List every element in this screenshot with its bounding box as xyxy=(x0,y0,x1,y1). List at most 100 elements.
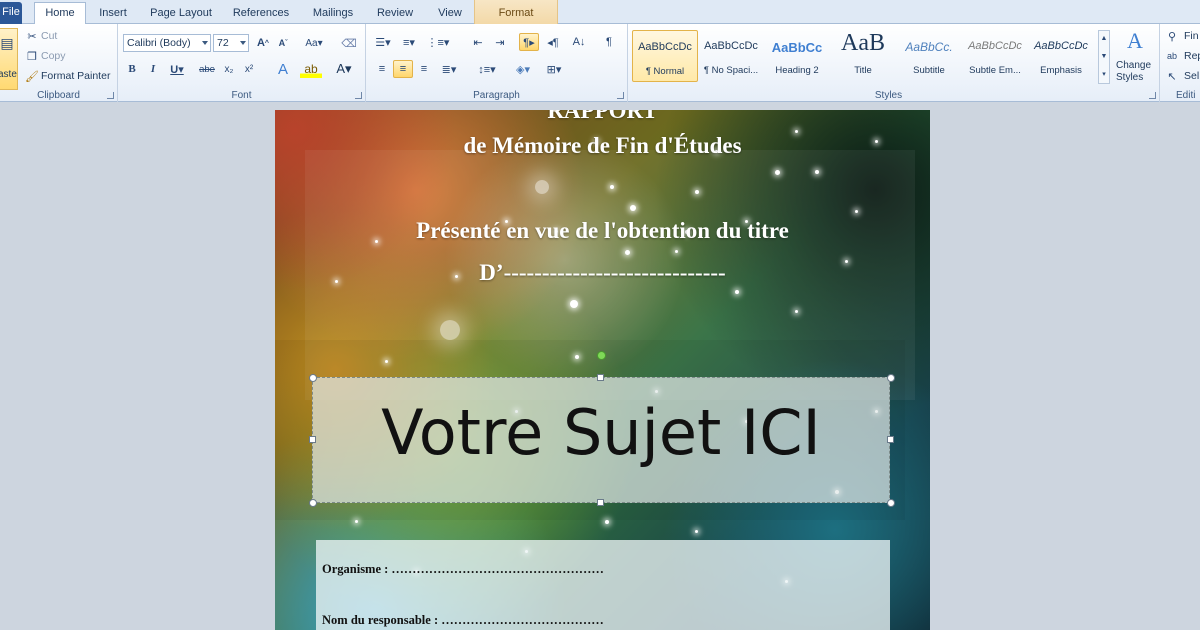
sparkle xyxy=(795,310,798,313)
change-styles-button[interactable]: A Change Styles xyxy=(1114,26,1156,86)
multilevel-list-icon[interactable]: ⋮≡▾ xyxy=(426,34,450,50)
change-case-icon[interactable]: Aa▾ xyxy=(303,35,325,51)
styles-gallery-scroll[interactable]: ▲ ▼ ▾ xyxy=(1098,30,1110,84)
superscript-icon[interactable]: x² xyxy=(242,61,256,77)
font-color-icon[interactable]: A▾ xyxy=(333,60,355,78)
style-item[interactable]: AaBbCc Heading 2 xyxy=(764,30,830,82)
strikethrough-icon[interactable]: abe xyxy=(198,61,216,77)
paragraph-dialog-launcher[interactable] xyxy=(617,92,624,99)
clipboard-dialog-launcher[interactable] xyxy=(107,92,114,99)
align-right-icon[interactable]: ≡ xyxy=(416,61,432,77)
responsable-line[interactable]: Nom du responsable : ………………………………… xyxy=(322,613,604,628)
chevron-up-icon[interactable]: ▲ xyxy=(1099,31,1109,45)
clear-formatting-icon[interactable]: ⌫ xyxy=(341,35,357,51)
align-center-icon[interactable]: ≡ xyxy=(393,60,413,78)
left-to-right-icon[interactable]: ¶▸ xyxy=(519,33,539,51)
grow-font-icon[interactable]: A ^ xyxy=(255,35,271,51)
tab-format[interactable]: Format xyxy=(474,3,558,24)
resize-handle-bottom-left[interactable] xyxy=(309,499,317,507)
info-box[interactable]: Organisme : …………………………………………… Nom du res… xyxy=(316,540,890,630)
decrease-indent-icon[interactable]: ⇤ xyxy=(470,34,486,50)
subject-text-box[interactable]: Votre Sujet ICI xyxy=(312,377,890,503)
tab-view[interactable]: View xyxy=(430,3,470,24)
style-item[interactable]: AaBbCcDc ¶ Normal xyxy=(632,30,698,82)
copy-button[interactable]: Copy xyxy=(41,50,66,62)
sparkle xyxy=(630,205,636,211)
text-effects-icon[interactable]: A xyxy=(273,60,293,78)
style-item[interactable]: AaBbCc. Subtitle xyxy=(896,30,962,82)
show-formatting-marks-icon[interactable]: ¶ xyxy=(602,34,616,50)
style-item[interactable]: AaBbCcDc Subtle Em... xyxy=(962,30,1028,82)
tab-page-layout[interactable]: Page Layout xyxy=(146,3,216,24)
subscript-icon[interactable]: x₂ xyxy=(222,61,236,77)
highlight-icon[interactable]: ab xyxy=(300,60,322,78)
sparkle xyxy=(355,520,358,523)
font-name-select[interactable]: Calibri (Body) xyxy=(123,34,211,52)
sparkle xyxy=(695,530,698,533)
style-item[interactable]: AaB Title xyxy=(830,30,896,82)
replace-button[interactable]: Rep xyxy=(1184,50,1200,62)
document-heading-memoire[interactable]: de Mémoire de Fin d'Études xyxy=(275,133,930,159)
numbering-icon[interactable]: ≡▾ xyxy=(398,34,420,50)
align-left-icon[interactable]: ≡ xyxy=(374,61,390,77)
shrink-font-icon[interactable]: Aˇ xyxy=(275,35,291,51)
borders-icon[interactable]: ⊞▾ xyxy=(541,61,567,77)
cut-button[interactable]: Cut xyxy=(41,30,57,42)
paste-button[interactable]: ▤ aste xyxy=(0,28,18,90)
sparkle xyxy=(535,180,549,194)
more-styles-icon[interactable]: ▾ xyxy=(1099,67,1109,81)
subject-text[interactable]: Votre Sujet ICI xyxy=(313,396,889,469)
shading-icon[interactable]: ◈▾ xyxy=(512,61,534,77)
italic-icon[interactable]: I xyxy=(146,61,160,77)
font-size-value: 72 xyxy=(217,37,229,49)
document-heading-rapport[interactable]: RAPPORT xyxy=(275,110,930,124)
bold-icon[interactable]: B xyxy=(125,61,139,77)
organisme-line[interactable]: Organisme : …………………………………………… xyxy=(322,562,604,577)
document-canvas[interactable]: RAPPORT de Mémoire de Fin d'Études Prése… xyxy=(0,103,1200,630)
style-name: ¶ No Spaci... xyxy=(703,65,759,76)
resize-handle-left[interactable] xyxy=(309,436,316,443)
tab-file[interactable]: File xyxy=(0,2,22,24)
bullets-icon[interactable]: ☰▾ xyxy=(372,34,394,50)
resize-handle-bottom[interactable] xyxy=(597,499,604,506)
resize-handle-top[interactable] xyxy=(597,374,604,381)
resize-handle-top-right[interactable] xyxy=(887,374,895,382)
style-name: ¶ Normal xyxy=(645,66,685,77)
document-page[interactable]: RAPPORT de Mémoire de Fin d'Études Prése… xyxy=(275,110,930,630)
rotate-handle[interactable] xyxy=(597,351,606,360)
tab-mailings[interactable]: Mailings xyxy=(306,3,360,24)
tab-review[interactable]: Review xyxy=(372,3,418,24)
styles-dialog-launcher[interactable] xyxy=(1149,92,1156,99)
style-item[interactable]: AaBbCcDc ¶ No Spaci... xyxy=(698,30,764,82)
tab-insert[interactable]: Insert xyxy=(94,3,132,24)
chevron-down-icon[interactable]: ▼ xyxy=(1099,49,1109,63)
select-button[interactable]: Sel xyxy=(1184,70,1199,82)
tab-home[interactable]: Home xyxy=(34,2,86,24)
sparkle xyxy=(735,290,739,294)
resize-handle-right[interactable] xyxy=(887,436,894,443)
document-line-titre[interactable]: D’----------------------------- xyxy=(275,260,930,286)
font-size-select[interactable]: 72 xyxy=(213,34,249,52)
sort-icon[interactable]: A↓ xyxy=(570,34,588,50)
copy-icon: ❐ xyxy=(27,50,37,63)
clipboard-group-label: Clipboard xyxy=(37,90,80,101)
style-sample: AaB xyxy=(841,30,885,56)
style-item[interactable]: AaBbCcDc Emphasis xyxy=(1028,30,1094,82)
find-button[interactable]: Fin xyxy=(1184,30,1199,42)
sparkle xyxy=(775,170,780,175)
right-to-left-icon[interactable]: ◂¶ xyxy=(544,34,562,50)
style-sample: AaBbCcDc xyxy=(1034,40,1088,52)
sparkle xyxy=(625,250,630,255)
resize-handle-bottom-right[interactable] xyxy=(887,499,895,507)
tab-references[interactable]: References xyxy=(228,3,294,24)
document-line-presente[interactable]: Présenté en vue de l'obtention du titre xyxy=(275,218,930,244)
justify-icon[interactable]: ≣▾ xyxy=(438,61,460,77)
increase-indent-icon[interactable]: ⇥ xyxy=(492,34,508,50)
sparkle xyxy=(575,355,579,359)
resize-handle-top-left[interactable] xyxy=(309,374,317,382)
underline-icon[interactable]: U▾ xyxy=(168,61,186,77)
font-dialog-launcher[interactable] xyxy=(355,92,362,99)
style-name: Subtitle xyxy=(913,65,945,76)
line-spacing-icon[interactable]: ↕≡▾ xyxy=(476,61,498,77)
format-painter-button[interactable]: Format Painter xyxy=(41,70,110,82)
